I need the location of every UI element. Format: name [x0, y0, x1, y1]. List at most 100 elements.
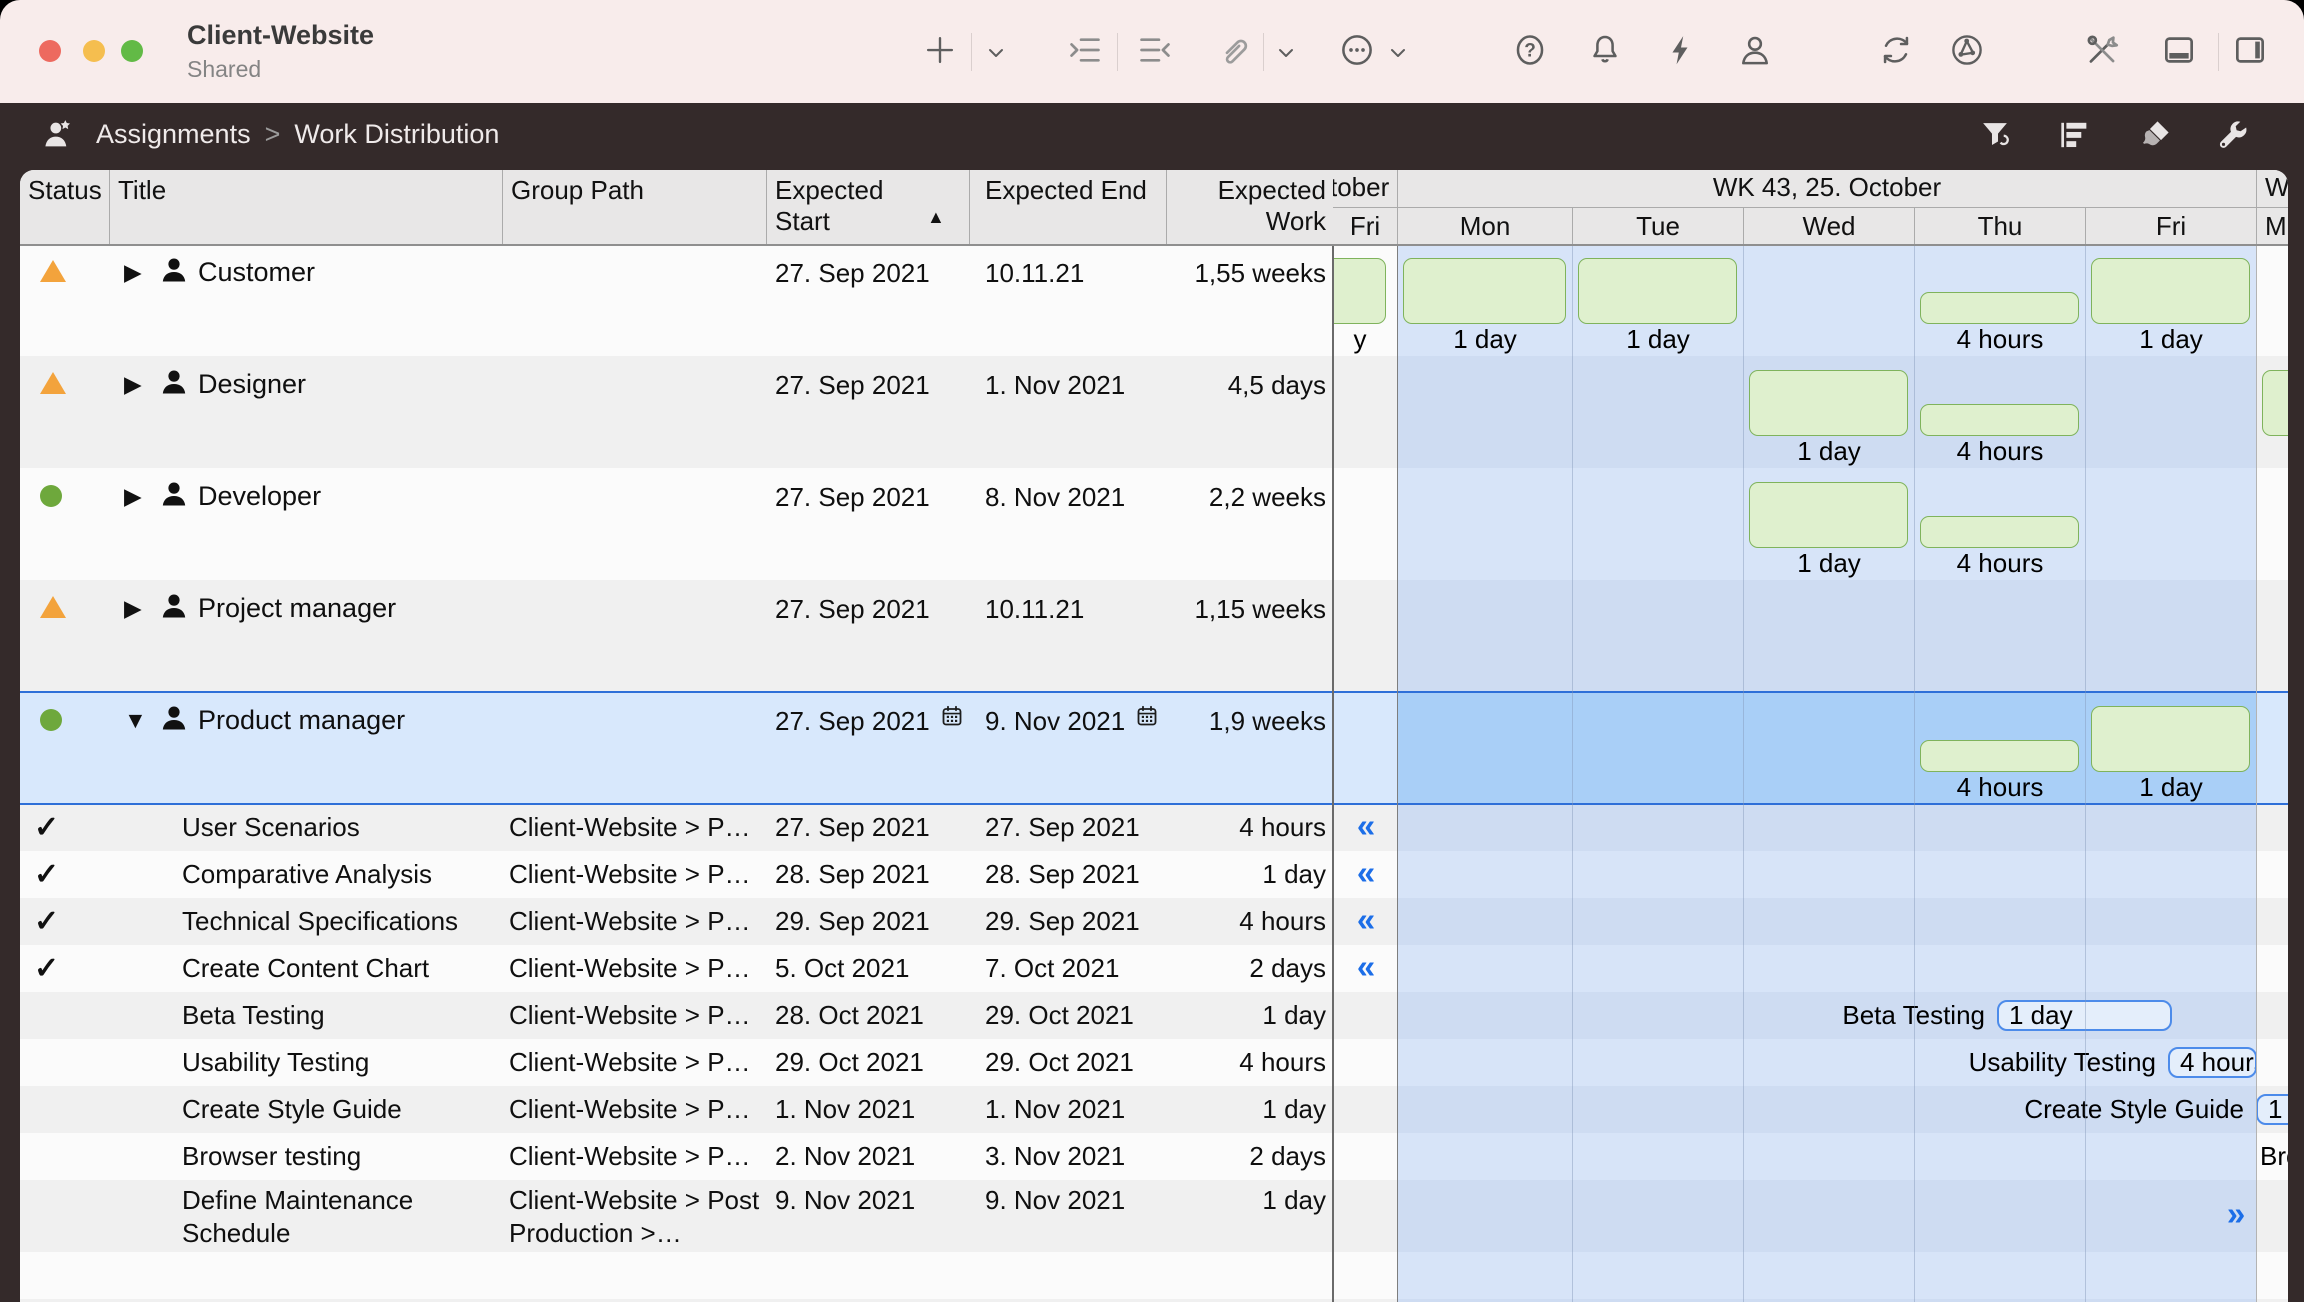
expected-start-value: 29. Sep 2021 [775, 898, 930, 945]
gantt-bar[interactable] [1578, 258, 1737, 324]
gantt-bar[interactable] [1403, 258, 1566, 324]
expected-work-value: 2 days [1167, 945, 1326, 992]
calendar-icon[interactable] [940, 704, 964, 728]
table-row-assignment[interactable]: ▶Developer27. Sep 20218. Nov 20212,2 wee… [20, 468, 2288, 580]
user-icon[interactable] [1736, 31, 1774, 69]
close-traffic-light[interactable] [39, 40, 61, 62]
group-path-value: Client-Website > P… [509, 1086, 761, 1133]
filter-icon[interactable] [1976, 116, 2014, 154]
activity-bolt-icon[interactable] [1662, 31, 1700, 69]
gantt-overflow-right-icon[interactable]: » [2214, 1192, 2258, 1239]
outdent-icon[interactable] [1136, 31, 1174, 69]
gantt-bar-label: 1 day [1558, 324, 1758, 354]
calendar-icon[interactable] [1135, 704, 1159, 728]
column-header-group-path[interactable]: Group Path [503, 170, 767, 244]
gantt-task-duration-box[interactable]: 1 day [2256, 1094, 2288, 1125]
table-row-assignment[interactable]: ▶Customer27. Sep 202110.11.211,55 weeksy… [20, 244, 2288, 356]
more-menu-chevron-icon[interactable] [1386, 41, 1410, 65]
tools-icon[interactable] [2083, 31, 2121, 69]
gantt-task-label: Beta Testing [1397, 992, 1985, 1039]
column-header-expected-work[interactable]: Expected Work [1167, 170, 1333, 244]
row-title: Create Content Chart [182, 945, 482, 992]
gantt-overflow-left-icon[interactable]: « [1346, 898, 1386, 945]
gantt-task-label: Usability Testing [1397, 1039, 2156, 1086]
zoom-traffic-light[interactable] [121, 40, 143, 62]
column-header-expected-end[interactable]: Expected End [970, 170, 1167, 244]
gantt-day-header-fri-prev: Fri [1333, 207, 1397, 244]
expected-end-value: 9. Nov 2021 [985, 706, 1125, 737]
sync-icon[interactable] [1877, 31, 1915, 69]
minimize-traffic-light[interactable] [83, 40, 105, 62]
attachment-menu-chevron-icon[interactable] [1274, 41, 1298, 65]
gantt-week-header: WK 43, 25. October [1397, 170, 2256, 207]
gantt-bar[interactable] [1333, 258, 1386, 324]
gantt-task-duration-box[interactable]: 4 hours [2168, 1047, 2257, 1078]
table-row-assignment[interactable]: ▶Designer27. Sep 20211. Nov 20214,5 days… [20, 356, 2288, 468]
status-ok-icon [40, 709, 62, 731]
selection-border-bottom [20, 803, 2288, 805]
gantt-bar[interactable] [1749, 370, 1908, 436]
gantt-bar-label: 1 day [1729, 436, 1929, 466]
disclosure-collapsed-icon[interactable]: ▶ [124, 259, 142, 286]
gantt-bar[interactable] [1749, 482, 1908, 548]
column-header-expected-start[interactable]: Expected Start ▲ [767, 170, 970, 244]
gantt-overflow-left-icon[interactable]: « [1346, 945, 1386, 992]
format-brush-icon[interactable] [2136, 116, 2174, 154]
gantt-overflow-left-icon[interactable]: « [1346, 804, 1386, 851]
gantt-bar[interactable] [2262, 370, 2288, 436]
table-row-task[interactable]: ✓Technical SpecificationsClient-Website … [20, 898, 2288, 945]
gantt-bar[interactable] [2091, 706, 2250, 772]
add-button[interactable] [921, 31, 959, 69]
disclosure-collapsed-icon[interactable]: ▶ [124, 595, 142, 622]
gantt-day-header-mon-next-partial: M [2256, 207, 2288, 244]
help-icon[interactable]: ? [1511, 31, 1549, 69]
view-options-icon[interactable] [2055, 116, 2093, 154]
gantt-overflow-left-icon[interactable]: « [1346, 851, 1386, 898]
gantt-bar[interactable] [1920, 404, 2079, 436]
expected-end-value: 29. Oct 2021 [985, 1039, 1134, 1086]
disclosure-collapsed-icon[interactable]: ▶ [124, 483, 142, 510]
gantt-bar[interactable] [1920, 516, 2079, 548]
notifications-bell-icon[interactable] [1586, 31, 1624, 69]
window-subtitle: Shared [187, 56, 261, 83]
gantt-bar[interactable] [1920, 292, 2079, 324]
table-row-task[interactable]: ✓Comparative AnalysisClient-Website > P…… [20, 851, 2288, 898]
table-row-task[interactable]: Define Maintenance ScheduleClient-Websit… [20, 1180, 2288, 1252]
disclosure-collapsed-icon[interactable]: ▶ [124, 371, 142, 398]
row-title: Product manager [198, 705, 405, 736]
row-title: User Scenarios [182, 804, 482, 851]
group-path-value: Client-Website > P… [509, 1133, 761, 1180]
breadcrumb-item-work-distribution[interactable]: Work Distribution [294, 119, 499, 149]
network-icon[interactable] [1948, 31, 1986, 69]
table-row-task[interactable]: ✓Create Content ChartClient-Website > P…… [20, 945, 2288, 992]
indent-icon[interactable] [1066, 31, 1104, 69]
table-row-assignment[interactable]: ▶Project manager27. Sep 202110.11.211,15… [20, 580, 2288, 692]
group-path-value: Client-Website > P… [509, 804, 761, 851]
add-menu-chevron-icon[interactable] [984, 41, 1008, 65]
table-row-assignment[interactable]: ▼Product manager27. Sep 20219. Nov 20211… [20, 692, 2288, 804]
row-title: Create Style Guide [182, 1086, 482, 1133]
disclosure-expanded-icon[interactable]: ▼ [124, 707, 147, 734]
attachment-icon[interactable] [1214, 31, 1252, 69]
expected-end-value: 9. Nov 2021 [985, 1184, 1125, 1217]
settings-wrench-icon[interactable] [2214, 116, 2252, 154]
toggle-right-panel-icon[interactable] [2231, 31, 2269, 69]
breadcrumb-item-assignments[interactable]: Assignments [96, 119, 251, 149]
gantt-day-header-fri: Fri [2085, 207, 2256, 244]
more-icon[interactable] [1338, 31, 1376, 69]
toggle-bottom-panel-icon[interactable] [2160, 31, 2198, 69]
column-header-title[interactable]: Title [110, 170, 503, 244]
gantt-day-gridline [2256, 244, 2257, 1302]
gantt-bar[interactable] [2091, 258, 2250, 324]
table-row-task[interactable]: Beta TestingClient-Website > P…28. Oct 2… [20, 992, 2288, 1039]
table-row-task[interactable]: Usability TestingClient-Website > P…29. … [20, 1039, 2288, 1086]
table-row-task[interactable]: Browser testingClient-Website > P…2. Nov… [20, 1133, 2288, 1180]
gantt-bar[interactable] [1920, 740, 2079, 772]
column-header-status[interactable]: Status [20, 170, 110, 244]
table-gantt-splitter[interactable] [1332, 170, 1334, 1302]
expected-start-value: 1. Nov 2021 [775, 1086, 915, 1133]
expected-work-value: 4 hours [1167, 1039, 1326, 1086]
table-row-task[interactable]: ✓User ScenariosClient-Website > P…27. Se… [20, 804, 2288, 851]
table-row-task[interactable]: Create Style Guide Client-Website > P… 1. … [20, 1086, 2288, 1133]
breadcrumb-separator: > [251, 119, 295, 149]
